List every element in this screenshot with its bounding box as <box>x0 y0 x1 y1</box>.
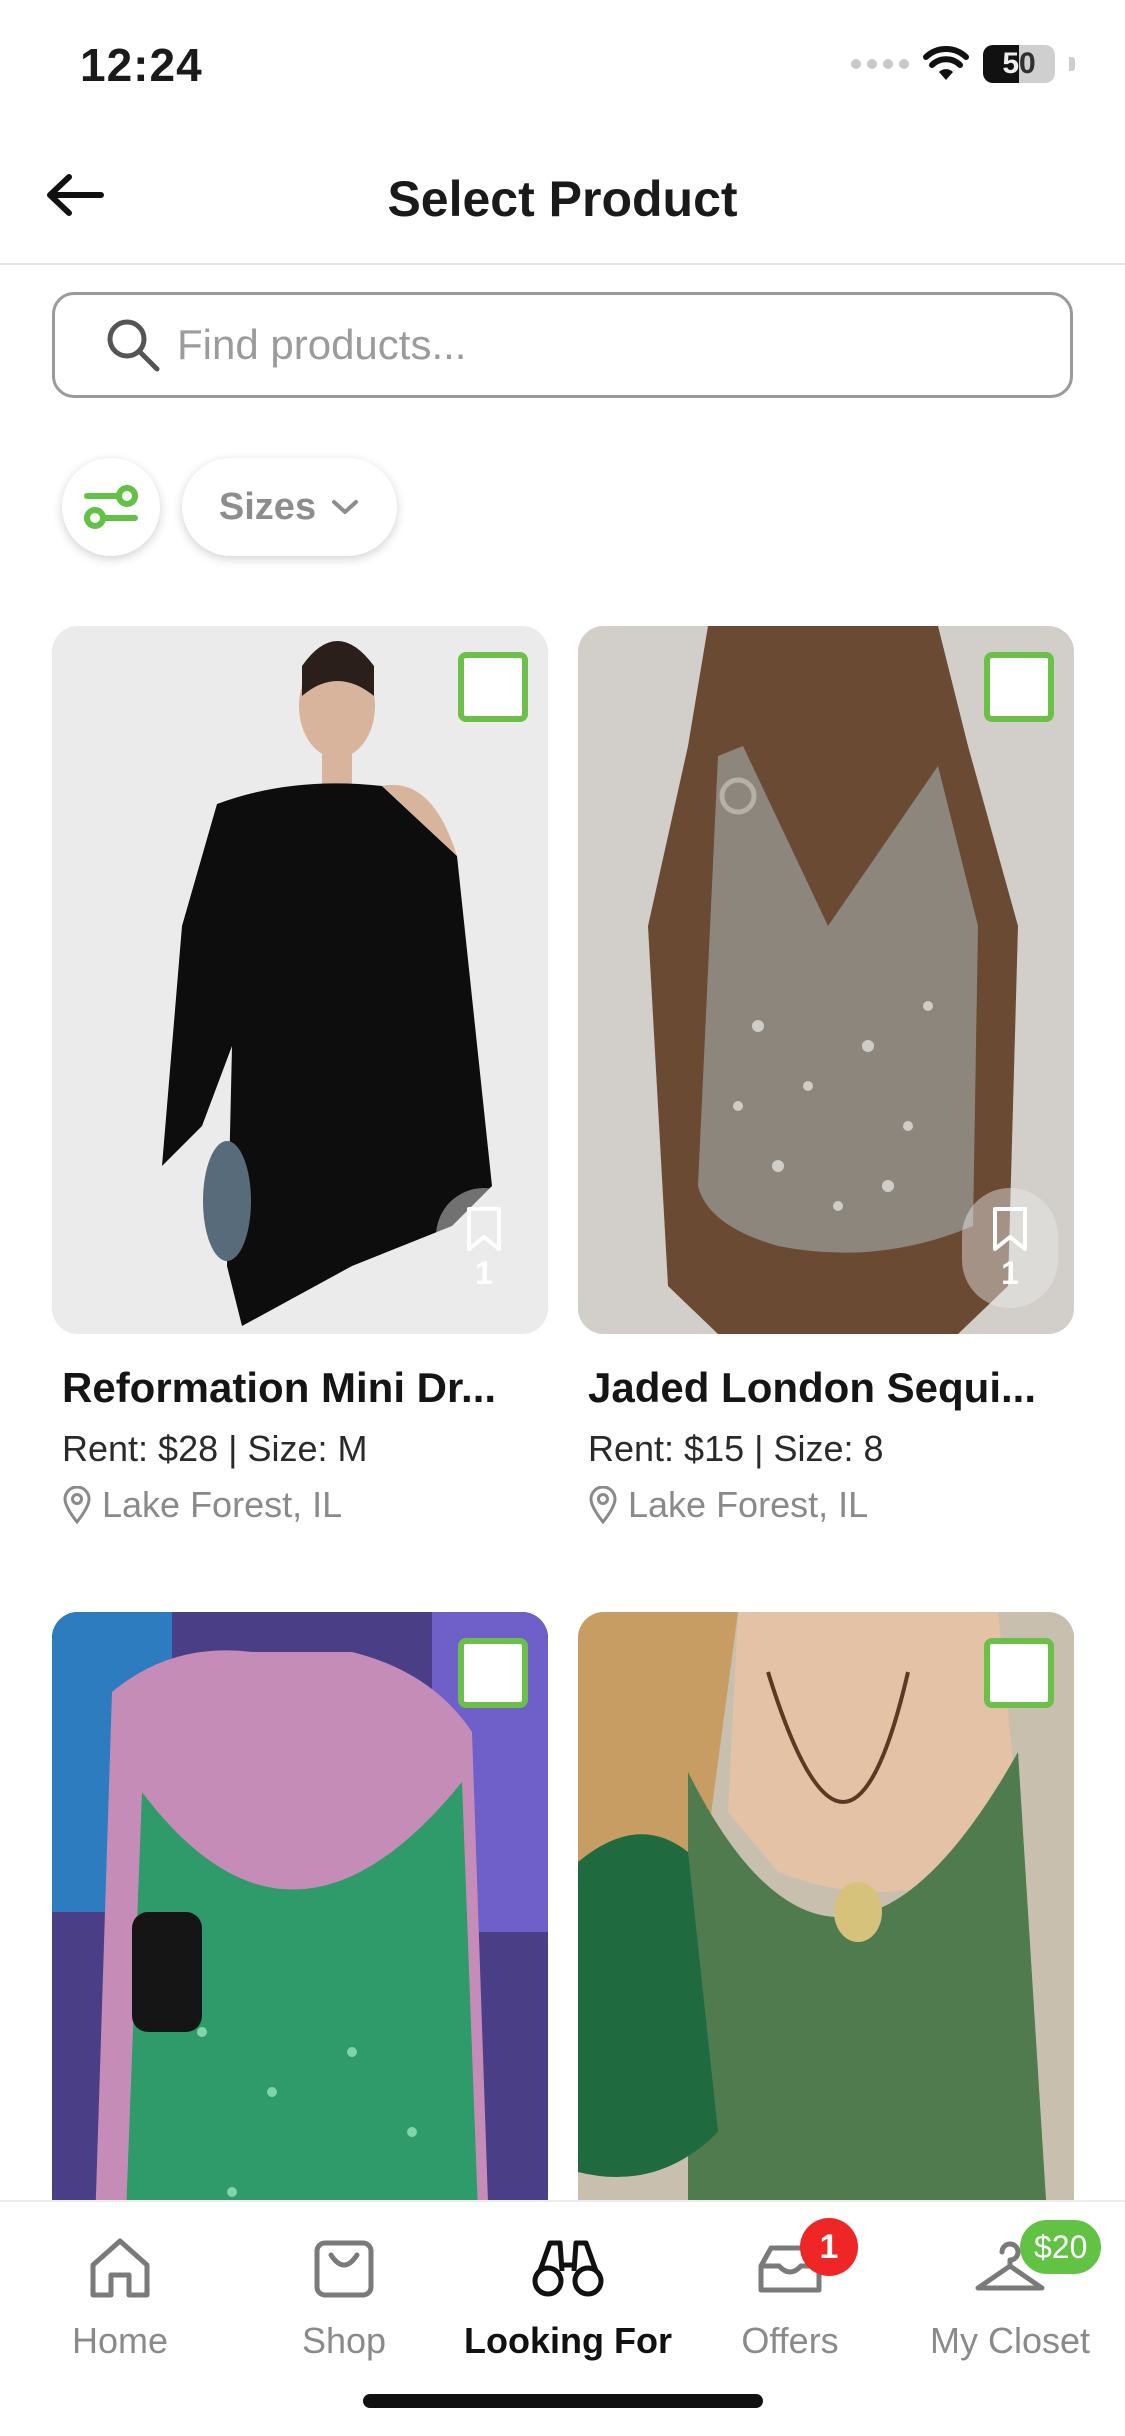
location-pin-icon <box>589 1486 617 1524</box>
save-count: 1 <box>1001 1254 1019 1291</box>
nav-looking-for[interactable]: Looking For <box>458 2228 678 2362</box>
save-button[interactable]: 1 <box>436 1188 532 1308</box>
status-indicators: 50 <box>851 45 1075 83</box>
bottom-nav: Home Shop Looking For 1 Offers $20 My Cl… <box>0 2200 1125 2436</box>
search-icon <box>103 315 163 375</box>
product-title[interactable]: Reformation Mini Dr... <box>62 1364 548 1412</box>
nav-offers[interactable]: 1 Offers <box>680 2218 900 2362</box>
closet-badge: $20 <box>1020 2220 1102 2274</box>
select-checkbox[interactable] <box>458 1638 528 1708</box>
sizes-dropdown[interactable]: Sizes <box>182 458 397 556</box>
filter-button[interactable] <box>62 458 160 556</box>
product-card[interactable]: 1 Jaded London Sequi... Rent: $15 | Size… <box>578 626 1074 1526</box>
nav-home-label: Home <box>71 2320 169 2361</box>
select-checkbox[interactable] <box>458 652 528 722</box>
inbox-icon: 1 <box>750 2218 858 2308</box>
sliders-icon <box>84 485 138 529</box>
sizes-label: Sizes <box>218 485 317 528</box>
bookmark-icon <box>467 1206 501 1251</box>
offers-badge: 1 <box>800 2218 858 2276</box>
nav-offers-label: Offers <box>741 2320 839 2361</box>
home-indicator <box>363 2394 763 2408</box>
product-location: Lake Forest, IL <box>62 1484 548 1526</box>
product-image[interactable]: 1 <box>578 626 1074 1334</box>
nav-shop[interactable]: Shop <box>234 2228 454 2362</box>
product-meta: Rent: $15 | Size: 8 <box>588 1428 884 1469</box>
status-time: 12:24 <box>80 39 203 91</box>
nav-looking-for-label: Looking For <box>464 2320 672 2361</box>
select-checkbox[interactable] <box>984 1638 1054 1708</box>
product-title[interactable]: Jaded London Sequi... <box>588 1364 1074 1412</box>
bookmark-icon <box>993 1206 1027 1251</box>
nav-my-closet-label: My Closet <box>929 2320 1091 2361</box>
nav-shop-label: Shop <box>301 2320 387 2361</box>
product-image[interactable]: 1 <box>52 626 548 1334</box>
battery-icon: 50 <box>983 45 1055 83</box>
nav-home[interactable]: Home <box>10 2228 230 2362</box>
page-title: Select Product <box>387 171 738 227</box>
product-card[interactable]: 1 Reformation Mini Dr... Rent: $28 | Siz… <box>52 626 548 1526</box>
nav-my-closet[interactable]: $20 My Closet <box>900 2220 1120 2362</box>
battery-level: 50 <box>1002 47 1036 80</box>
search-bar[interactable] <box>52 292 1073 398</box>
hanger-icon: $20 <box>970 2220 1102 2308</box>
status-bar: 12:24 50 <box>0 0 1125 130</box>
product-location: Lake Forest, IL <box>588 1484 1074 1526</box>
location-pin-icon <box>63 1486 91 1524</box>
location-text: Lake Forest, IL <box>102 1484 343 1525</box>
chevron-down-icon <box>332 500 359 514</box>
header: Select Product <box>0 130 1125 265</box>
shopping-bag-icon <box>304 2228 384 2308</box>
binoculars-icon <box>528 2228 608 2308</box>
wifi-icon <box>923 46 969 80</box>
product-meta: Rent: $28 | Size: M <box>62 1428 368 1469</box>
save-count: 1 <box>475 1254 493 1291</box>
select-checkbox[interactable] <box>984 652 1054 722</box>
save-button[interactable]: 1 <box>962 1188 1058 1308</box>
cellular-signal-icon <box>851 59 909 69</box>
home-icon <box>80 2228 160 2308</box>
search-input[interactable] <box>177 321 997 369</box>
location-text: Lake Forest, IL <box>628 1484 869 1525</box>
